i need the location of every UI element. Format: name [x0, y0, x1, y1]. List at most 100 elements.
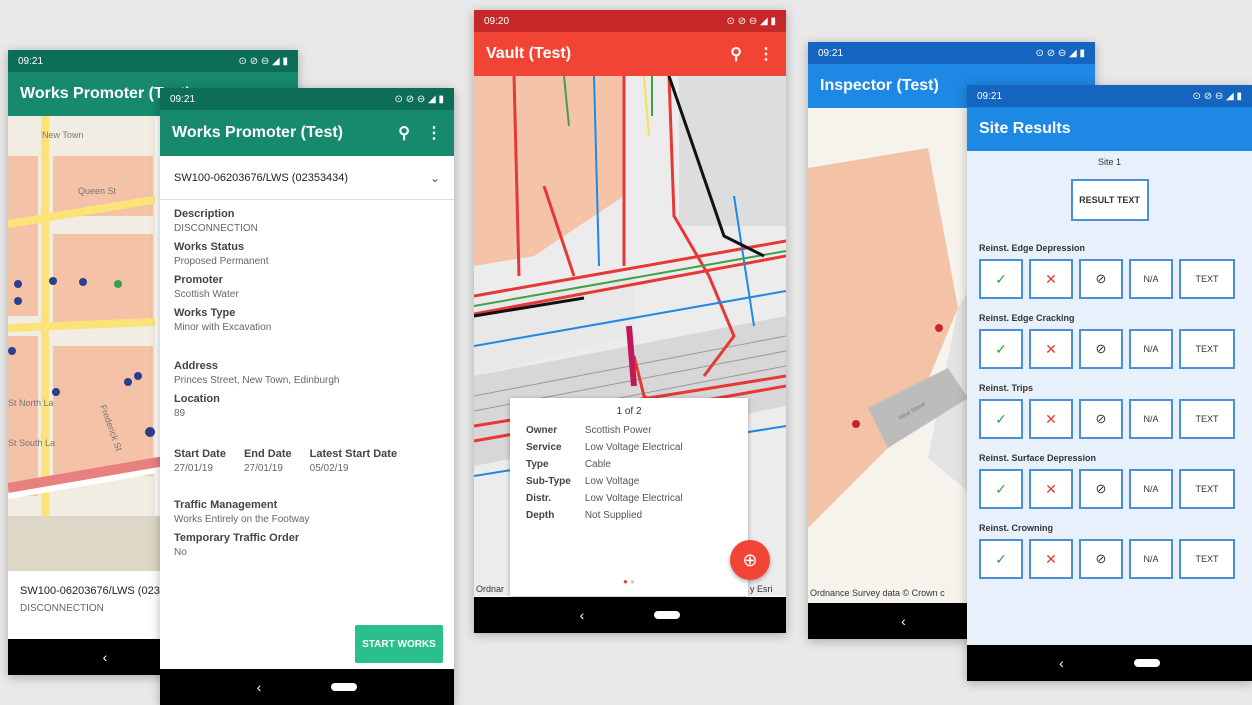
check-icon: ✓	[995, 270, 1007, 287]
not-visible-button[interactable]: ⊘	[1079, 469, 1123, 509]
na-button[interactable]: N/A	[1129, 399, 1173, 439]
check-icon: ✓	[995, 480, 1007, 497]
map-label-south-la: St South La	[8, 438, 55, 448]
result-section: Reinst. Crowning ✓ ✕ ⊘ N/A TEXT	[967, 523, 1252, 579]
cross-icon: ✕	[1045, 270, 1057, 287]
inspection-site-marker[interactable]	[935, 324, 943, 332]
nav-back-button[interactable]: ‹	[901, 613, 906, 629]
cross-icon: ✕	[1045, 550, 1057, 567]
map-label-new-town: New Town	[42, 130, 83, 140]
nav-back-button[interactable]: ‹	[1059, 655, 1064, 671]
na-button[interactable]: N/A	[1129, 329, 1173, 369]
temporary-traffic-order-value: No	[174, 547, 187, 558]
address-value: Princes Street, New Town, Edinburgh	[174, 375, 340, 386]
android-nav-bar: ‹	[160, 669, 454, 705]
attr-key: Sub-Type	[526, 476, 571, 487]
attr-value: Low Voltage	[584, 476, 640, 487]
nav-home-button[interactable]	[331, 683, 358, 691]
fail-button[interactable]: ✕	[1029, 259, 1073, 299]
page-indicator[interactable]: ● ●	[510, 577, 748, 586]
nav-back-button[interactable]: ‹	[103, 649, 108, 665]
add-fab-button[interactable]: ⊕	[730, 540, 770, 580]
attr-value: Low Voltage Electrical	[584, 442, 683, 453]
fail-button[interactable]: ✕	[1029, 329, 1073, 369]
chevron-down-icon[interactable]: ⌄	[430, 171, 440, 185]
na-button[interactable]: N/A	[1129, 539, 1173, 579]
start-works-button[interactable]: START WORKS	[355, 625, 443, 663]
overflow-menu-icon[interactable]: ⋮	[426, 123, 442, 143]
pass-button[interactable]: ✓	[979, 539, 1023, 579]
works-marker-active[interactable]	[114, 280, 122, 288]
asset-info-card[interactable]: 1 of 2 Owner Scottish Power Service Low Vo…	[510, 398, 748, 596]
status-time: 09:21	[170, 93, 196, 105]
pass-button[interactable]: ✓	[979, 259, 1023, 299]
permit-selector[interactable]: SW100-06203676/LWS (02353434) ⌄	[160, 156, 454, 200]
section-title: Reinst. Surface Depression	[979, 453, 1097, 463]
vault-screen: 09:20 ⊙ ⊘ ⊖ ◢ ▮ Vault (Test) ⚲ ⋮ 1 of 2 …	[474, 10, 786, 633]
result-text-button[interactable]: RESULT TEXT	[1070, 179, 1149, 221]
search-icon[interactable]: ⚲	[398, 123, 410, 143]
eye-off-icon: ⊘	[1095, 481, 1107, 496]
works-promoter-detail-screen: 09:21 ⊙ ⊘ ⊖ ◢ ▮ Works Promoter (Test) ⚲ …	[160, 88, 454, 705]
fail-button[interactable]: ✕	[1029, 469, 1073, 509]
fail-button[interactable]: ✕	[1029, 399, 1073, 439]
na-button[interactable]: N/A	[1129, 469, 1173, 509]
end-date-label: End Date	[243, 448, 292, 460]
result-section: Reinst. Edge Depression ✓ ✕ ⊘ N/A TEXT	[967, 243, 1252, 299]
app-title: Vault (Test)	[486, 45, 572, 62]
android-nav-bar: ‹	[967, 645, 1252, 681]
text-button[interactable]: TEXT	[1179, 399, 1235, 439]
search-icon[interactable]: ⚲	[730, 44, 742, 64]
app-title: Inspector (Test)	[820, 77, 939, 94]
temporary-traffic-order-label: Temporary Traffic Order	[174, 532, 300, 544]
attr-key: Distr.	[526, 493, 552, 504]
status-time: 09:20	[484, 15, 510, 27]
app-title: Site Results	[979, 120, 1071, 137]
pass-button[interactable]: ✓	[979, 399, 1023, 439]
status-time: 09:21	[818, 47, 844, 59]
section-title: Reinst. Edge Depression	[979, 243, 1086, 253]
attr-value: Cable	[584, 459, 611, 470]
check-icon: ✓	[995, 550, 1007, 567]
not-visible-button[interactable]: ⊘	[1079, 539, 1123, 579]
eye-off-icon: ⊘	[1095, 551, 1107, 566]
map-attribution-left: Ordnar	[476, 584, 505, 594]
text-button[interactable]: TEXT	[1179, 469, 1235, 509]
text-button[interactable]: TEXT	[1179, 329, 1235, 369]
eye-off-icon: ⊘	[1095, 271, 1107, 286]
check-icon: ✓	[995, 340, 1007, 357]
fail-button[interactable]: ✕	[1029, 539, 1073, 579]
pass-button[interactable]: ✓	[979, 469, 1023, 509]
na-button[interactable]: N/A	[1129, 259, 1173, 299]
pass-button[interactable]: ✓	[979, 329, 1023, 369]
field-works-status: Works Status Proposed Permanent	[174, 241, 440, 267]
attr-row: Sub-Type Low Voltage	[520, 474, 689, 489]
status-icons: ⊙ ⊘ ⊖ ◢ ▮	[394, 93, 444, 105]
start-date-label: Start Date	[174, 448, 226, 460]
attr-row: Owner Scottish Power	[520, 423, 689, 438]
permit-reference: SW100-06203676/LWS (02353434)	[174, 171, 349, 184]
attr-key: Depth	[526, 510, 555, 521]
app-bar: Site Results	[967, 107, 1252, 151]
field-label: Works Status	[174, 241, 245, 253]
text-button[interactable]: TEXT	[1179, 539, 1235, 579]
not-visible-button[interactable]: ⊘	[1079, 329, 1123, 369]
not-visible-button[interactable]: ⊘	[1079, 259, 1123, 299]
text-button[interactable]: TEXT	[1179, 259, 1235, 299]
asset-attributes: Owner Scottish Power Service Low Voltage E…	[518, 421, 691, 525]
app-bar: Vault (Test) ⚲ ⋮	[474, 32, 786, 76]
status-icons: ⊙ ⊘ ⊖ ◢ ▮	[1192, 90, 1242, 102]
overflow-menu-icon[interactable]: ⋮	[758, 44, 774, 64]
nav-home-button[interactable]	[1133, 659, 1160, 667]
attr-value: Scottish Power	[584, 425, 652, 436]
app-title: Works Promoter (Test)	[172, 124, 343, 141]
attr-row: Type Cable	[520, 457, 689, 472]
end-date-value: 27/01/19	[243, 463, 283, 474]
status-bar: 09:21 ⊙ ⊘ ⊖ ◢ ▮	[160, 88, 454, 110]
nav-back-button[interactable]: ‹	[580, 607, 585, 623]
map-label-queen-st: Queen St	[78, 186, 117, 196]
nav-back-button[interactable]: ‹	[257, 679, 262, 695]
nav-home-button[interactable]	[654, 611, 681, 619]
inspection-site-marker[interactable]	[852, 420, 860, 428]
not-visible-button[interactable]: ⊘	[1079, 399, 1123, 439]
